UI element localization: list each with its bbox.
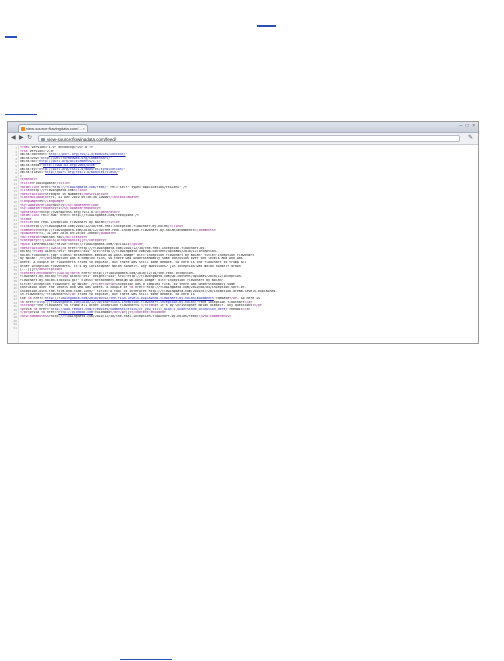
forward-icon[interactable]: ▶ [19,134,24,143]
tab-close-icon[interactable]: × [83,125,85,132]
browser-window: view-source:flowingdata.com/... × – □ × … [7,121,479,344]
reload-icon[interactable]: ↻ [27,134,32,143]
source-code: <?xml version="1.0" encoding="UTF-8"?> <r… [20,146,476,319]
section-link-underline[interactable] [5,114,37,115]
favicon-icon [21,127,25,131]
line-number-gutter: 1 2 3 4 5 6 7 8 9 10 11 12 13 14 15 16 17 18 19 20 21 22 23 24 2… [8,145,19,343]
toolbar: ◀ ▶ ↻ view-source:flowingdata.com/feed/ … [8,133,478,145]
wrench-icon[interactable]: ✎ [468,134,473,143]
page-icon [41,137,45,141]
address-bar-url: view-source:flowingdata.com/feed/ [47,137,117,142]
back-icon[interactable]: ◀ [11,134,16,143]
window-controls[interactable]: – □ × [460,123,477,129]
top-link-underline-2[interactable] [5,36,17,38]
view-source-content: 1 2 3 4 5 6 7 8 9 10 11 12 13 14 15 16 17 18 19 20 21 22 23 24 2… [8,145,478,343]
tab-bar: view-source:flowingdata.com/... × – □ × [8,122,478,133]
source-line: <wfw:commentRss>http://flowingdata.com/2… [20,314,232,318]
address-bar[interactable]: view-source:flowingdata.com/feed/ [38,135,460,142]
top-link-underline[interactable] [257,25,276,27]
tab-title: view-source:flowingdata.com/... [26,126,82,131]
browser-tab[interactable]: view-source:flowingdata.com/... × [18,124,88,132]
bottom-link-underline[interactable] [120,659,172,660]
line-number: 51 [13,326,17,330]
